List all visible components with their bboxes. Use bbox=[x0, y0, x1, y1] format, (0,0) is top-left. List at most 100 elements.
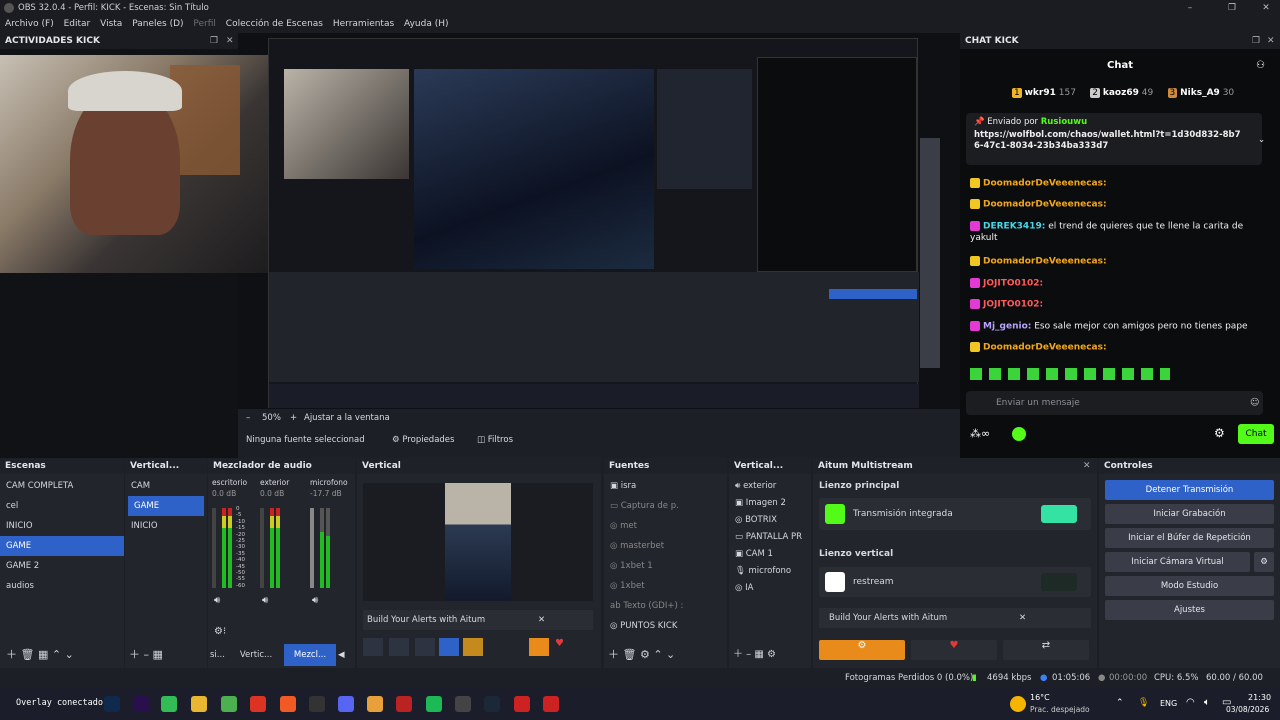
tab-mixer[interactable]: Mezcl... bbox=[284, 644, 336, 666]
aitum-alert-bar[interactable]: Build Your Alerts with Aitum ✕ bbox=[819, 608, 1091, 628]
premiere-icon[interactable] bbox=[133, 696, 149, 712]
filters-button[interactable]: ◫ Filtros bbox=[473, 433, 517, 447]
vsource-item[interactable]: ▭ PANTALLA PR bbox=[729, 529, 811, 546]
kick-logo-icon[interactable] bbox=[1012, 427, 1026, 441]
vsource-item[interactable]: ◎ IA bbox=[729, 580, 811, 597]
zoom-minus-icon[interactable]: – bbox=[246, 413, 250, 423]
speaker-icon[interactable]: 🔊︎ bbox=[214, 595, 220, 606]
virtual-camera-button[interactable]: Iniciar Cámara Virtual bbox=[1105, 552, 1250, 572]
source-item[interactable]: ◎ 1xbet bbox=[604, 576, 727, 596]
source-item[interactable]: ▭ Captura de p. bbox=[604, 496, 727, 516]
source-item[interactable]: ab Texto (GDI+) : bbox=[604, 596, 727, 616]
minimize-icon[interactable]: – bbox=[1180, 0, 1200, 16]
menu-archivo[interactable]: Archivo (F) bbox=[5, 19, 54, 29]
stop-stream-button[interactable]: Detener Transmisión bbox=[1105, 480, 1274, 500]
app-icon[interactable] bbox=[250, 696, 266, 712]
menu-herramientas[interactable]: Herramientas bbox=[333, 19, 394, 29]
close-dock-icon[interactable]: ✕ bbox=[226, 33, 234, 49]
preview-scrollbar[interactable] bbox=[920, 138, 940, 368]
settings-button[interactable]: Ajustes bbox=[1105, 600, 1274, 620]
scene-item[interactable]: GAME 2 bbox=[0, 556, 124, 576]
volume-slider[interactable] bbox=[310, 508, 314, 588]
record-icon[interactable] bbox=[363, 638, 383, 656]
square-icon[interactable] bbox=[415, 638, 435, 656]
steam-icon[interactable] bbox=[484, 696, 500, 712]
store-icon[interactable] bbox=[161, 696, 177, 712]
folder-icon[interactable] bbox=[191, 696, 207, 712]
pinned-message[interactable]: 📌 Enviado por Rusiouwu https://wolfbol.c… bbox=[966, 113, 1265, 165]
menu-vista[interactable]: Vista bbox=[100, 19, 122, 29]
tray-chevron-icon[interactable]: ⌃ bbox=[1116, 698, 1124, 708]
source-item[interactable]: ◎ met bbox=[604, 516, 727, 536]
preview-area[interactable] bbox=[0, 33, 960, 409]
volume-slider[interactable] bbox=[212, 508, 216, 588]
clock-date[interactable]: 03/08/2026 bbox=[1226, 705, 1269, 714]
tab-scenes[interactable]: si... bbox=[208, 644, 230, 666]
tabs-left-icon[interactable]: ◀ bbox=[338, 644, 345, 666]
aitum-settings-button[interactable]: ⚙ bbox=[819, 640, 905, 660]
close-alert-icon[interactable]: ✕ bbox=[1019, 608, 1026, 628]
volume-slider[interactable] bbox=[260, 508, 264, 588]
mic-icon[interactable]: 🎙︎ bbox=[1138, 698, 1149, 708]
brave-icon[interactable] bbox=[280, 696, 296, 712]
chrome-icon[interactable] bbox=[367, 696, 383, 712]
menu-coleccion[interactable]: Colección de Escenas bbox=[226, 19, 323, 29]
virtual-camera-settings-icon[interactable]: ⚙ bbox=[1254, 552, 1274, 572]
trash-icon[interactable]: 🗑 bbox=[21, 648, 35, 661]
vsource-item[interactable]: ◎ BOTRIX bbox=[729, 512, 811, 529]
up-icon[interactable]: ⌃ bbox=[52, 648, 61, 661]
down-icon[interactable]: ⌄ bbox=[65, 648, 74, 661]
vscene-item-selected[interactable]: GAME bbox=[128, 496, 204, 516]
chat-undock-icon[interactable]: ❐ bbox=[1252, 33, 1260, 49]
add-icon[interactable]: ＋ bbox=[6, 648, 17, 661]
chat-send-button[interactable]: Chat bbox=[1238, 424, 1274, 444]
settings-icon[interactable] bbox=[529, 638, 549, 656]
stop-icon[interactable] bbox=[389, 638, 409, 656]
volume-icon[interactable]: 🔈︎ bbox=[1204, 697, 1210, 708]
app-icon[interactable] bbox=[309, 696, 325, 712]
fit-to-window[interactable]: Ajustar a la ventana bbox=[304, 413, 390, 423]
scene-item[interactable]: INICIO bbox=[0, 516, 124, 536]
vsource-item[interactable]: ▣ Imagen 2 bbox=[729, 495, 811, 512]
menu-paneles[interactable]: Paneles (D) bbox=[132, 19, 183, 29]
vscene-item[interactable]: INICIO bbox=[125, 516, 207, 536]
scene-item[interactable]: cel bbox=[0, 496, 124, 516]
language[interactable]: ENG bbox=[1160, 699, 1177, 708]
refresh-icon[interactable] bbox=[439, 638, 459, 656]
mixer-settings-icon[interactable]: ⚙⁝ bbox=[214, 626, 226, 637]
vertical-alert-bar[interactable]: Build Your Alerts with Aitum ✕ bbox=[363, 610, 593, 630]
source-item[interactable]: ◎ PUNTOS KICK bbox=[604, 616, 727, 636]
close-icon[interactable]: ✕ bbox=[1256, 0, 1276, 16]
undock-icon[interactable]: ❐ bbox=[210, 33, 218, 49]
pinned-link[interactable]: https://wolfbol.com/chaos/wallet.html?t=… bbox=[974, 130, 1244, 152]
monitor-icon[interactable] bbox=[463, 638, 483, 656]
heart-icon[interactable]: ♥ bbox=[555, 638, 571, 656]
scene-item[interactable]: audios bbox=[0, 576, 124, 596]
stream-toggle-button[interactable] bbox=[1041, 573, 1077, 591]
users-icon[interactable]: ⚇ bbox=[1256, 60, 1265, 71]
speaker-icon[interactable]: 🔊︎ bbox=[312, 595, 318, 606]
menu-perfil[interactable]: Perfil bbox=[193, 19, 216, 29]
source-item[interactable]: ◎ 1xbet 1 bbox=[604, 556, 727, 576]
speaker-icon[interactable]: 🔊︎ bbox=[262, 595, 268, 606]
spotify-icon[interactable] bbox=[426, 696, 442, 712]
pinned-chevron-icon[interactable]: ⌄ bbox=[1258, 135, 1265, 145]
vertical-canvas[interactable] bbox=[363, 483, 593, 601]
discord-icon[interactable] bbox=[338, 696, 354, 712]
vsource-item[interactable]: ▣ CAM 1 bbox=[729, 546, 811, 563]
obs-icon[interactable] bbox=[455, 696, 471, 712]
close-alert-icon[interactable]: ✕ bbox=[538, 610, 545, 630]
vsource-item[interactable]: 🔊︎ exterior bbox=[729, 478, 811, 495]
minecraft-icon[interactable] bbox=[221, 696, 237, 712]
scene-item-selected[interactable]: GAME bbox=[0, 536, 124, 556]
replay-buffer-button[interactable]: Iniciar el Búfer de Repetición bbox=[1105, 528, 1274, 548]
tab-vertical[interactable]: Vertic... bbox=[236, 644, 276, 666]
source-item[interactable]: ▣ isra bbox=[604, 476, 727, 496]
zoom-plus-icon[interactable]: + bbox=[290, 413, 297, 423]
vsource-item[interactable]: 🎙︎ microfono bbox=[729, 563, 811, 580]
menu-ayuda[interactable]: Ayuda (H) bbox=[404, 19, 448, 29]
stream-toggle-button[interactable] bbox=[1041, 505, 1077, 523]
properties-button[interactable]: ⚙ Propiedades bbox=[388, 433, 458, 447]
chat-settings-icon[interactable]: ⚙ bbox=[1214, 426, 1225, 440]
clock-time[interactable]: 21:30 bbox=[1248, 693, 1271, 702]
